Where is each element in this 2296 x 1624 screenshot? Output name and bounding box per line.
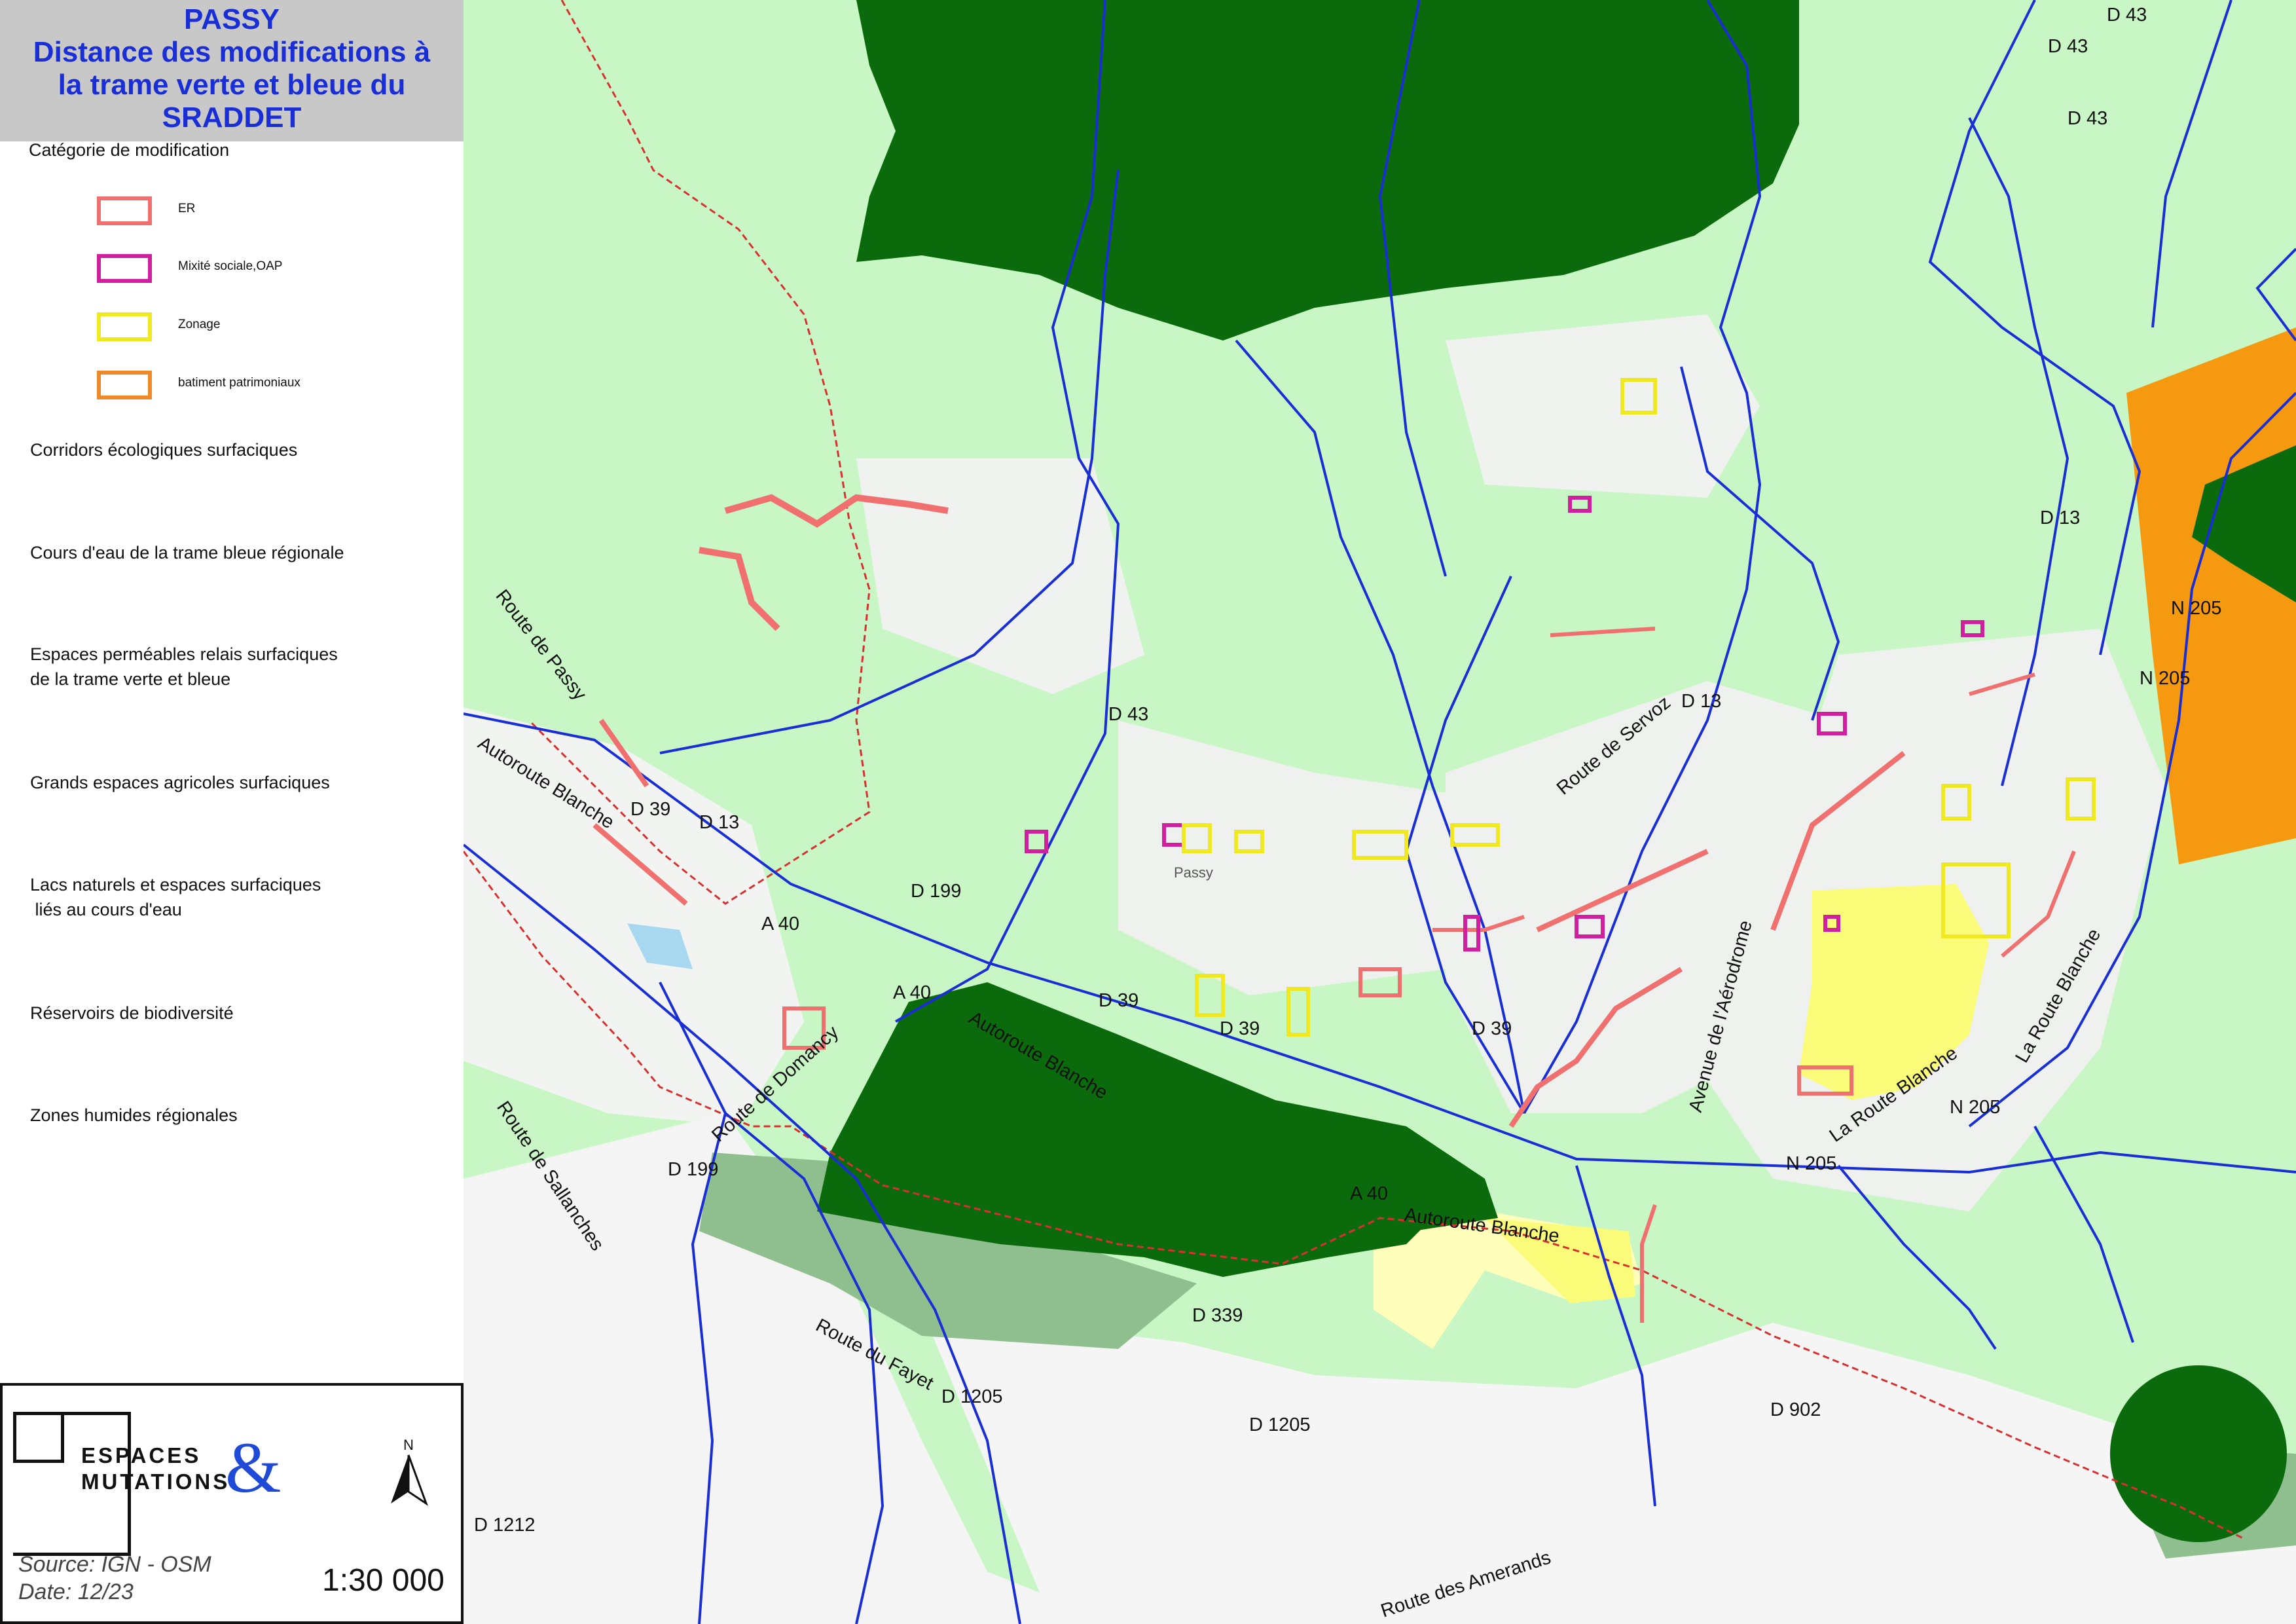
map-label-d902: D 902 <box>1770 1399 1821 1420</box>
map-label-d1212: D 1212 <box>474 1515 536 1536</box>
legend-espaces-agricoles: Grands espaces agricoles surfaciques <box>30 773 330 792</box>
map-svg: D 43 D 43 D 43 D 43 D 13 D 13 D 13 N 205 N 205 N … <box>464 0 2296 1624</box>
map-label-d1205-a: D 1205 <box>941 1386 1003 1407</box>
title-line-4: SRADDET <box>162 101 302 134</box>
scale-text: 1:30 000 <box>322 1563 445 1598</box>
map-label-a40-b: A 40 <box>893 982 931 1003</box>
map-label-d1205-b: D 1205 <box>1249 1414 1311 1435</box>
batiment-label: batiment patrimoniaux <box>178 376 301 390</box>
batiment-swatch <box>97 371 152 399</box>
title-line-3: la trame verte et bleue du <box>58 69 406 101</box>
source-text: Source: IGN - OSM <box>18 1552 211 1577</box>
map-label-d199-b: D 199 <box>668 1159 718 1180</box>
map-label-n205-a: N 205 <box>2171 598 2221 619</box>
legend-espaces-permeables: Espaces perméables relais surfaciques de… <box>30 644 338 689</box>
legend-corridors: Corridors écologiques surfaciques <box>30 440 298 460</box>
date-text: Date: 12/23 <box>18 1579 134 1604</box>
map-canvas[interactable]: D 43 D 43 D 43 D 43 D 13 D 13 D 13 N 205 N 205 N … <box>464 0 2296 1624</box>
map-label-n205-d: N 205 <box>1786 1153 1836 1174</box>
map-label-d13-a: D 13 <box>2040 507 2080 528</box>
map-label-d13-b: D 13 <box>1681 691 1721 712</box>
map-label-a40-c: A 40 <box>1350 1183 1388 1204</box>
map-label-d43-d: D 43 <box>1108 704 1148 725</box>
urban-area-north <box>1446 314 1760 498</box>
mixite-swatch <box>97 254 152 283</box>
legend-reservoirs: Réservoirs de biodiversité <box>30 1003 234 1023</box>
mixite-label: Mixité sociale,OAP <box>178 259 283 273</box>
map-label-n205-b: N 205 <box>2140 668 2190 689</box>
map-label-d39-c: D 39 <box>1220 1018 1260 1039</box>
map-label-d13-c: D 13 <box>699 812 739 833</box>
biodiversity-reservoir-southeast <box>2110 1365 2287 1542</box>
map-label-passy-town: Passy <box>1174 864 1213 881</box>
logo-word-mutations: MUTATIONS <box>81 1469 230 1494</box>
map-label-d39-a: D 39 <box>630 799 670 820</box>
legend-lacs: Lacs naturels et espaces surfaciques lié… <box>30 875 321 919</box>
er-swatch <box>97 196 152 225</box>
map-label-d199-a: D 199 <box>911 881 961 902</box>
map-label-d43-b: D 43 <box>2048 36 2088 57</box>
map-label-d39-b: D 39 <box>1099 990 1139 1011</box>
logo-word-espaces: ESPACES <box>81 1443 202 1467</box>
north-label: N <box>403 1437 414 1453</box>
map-label-d39-d: D 39 <box>1472 1018 1512 1039</box>
zonage-label: Zonage <box>178 318 221 331</box>
map-label-d43-a: D 43 <box>2107 5 2147 26</box>
map-title: PASSY Distance des modifications à la tr… <box>0 0 464 141</box>
credits-box: ESPACES MUTATIONS & N Source: IGN - OSM … <box>0 1383 464 1624</box>
title-line-2: Distance des modifications à <box>33 36 431 68</box>
map-label-d339: D 339 <box>1192 1305 1243 1326</box>
category-legend-title: Catégorie de modification <box>29 140 230 160</box>
legend-sidebar: PASSY Distance des modifications à la tr… <box>0 0 464 1624</box>
logo-ampersand: & <box>225 1428 282 1507</box>
map-label-a40-a: A 40 <box>761 913 799 934</box>
er-label: ER <box>178 202 196 215</box>
title-line-1: PASSY <box>184 3 280 35</box>
map-label-n205-c: N 205 <box>1950 1097 2000 1118</box>
zonage-swatch <box>97 312 152 341</box>
map-label-d43-c: D 43 <box>2068 108 2107 129</box>
legend-zones-humides: Zones humides régionales <box>30 1105 238 1125</box>
legend-cours-eau: Cours d'eau de la trame bleue régionale <box>30 543 344 563</box>
north-arrow-icon: N <box>386 1435 431 1507</box>
